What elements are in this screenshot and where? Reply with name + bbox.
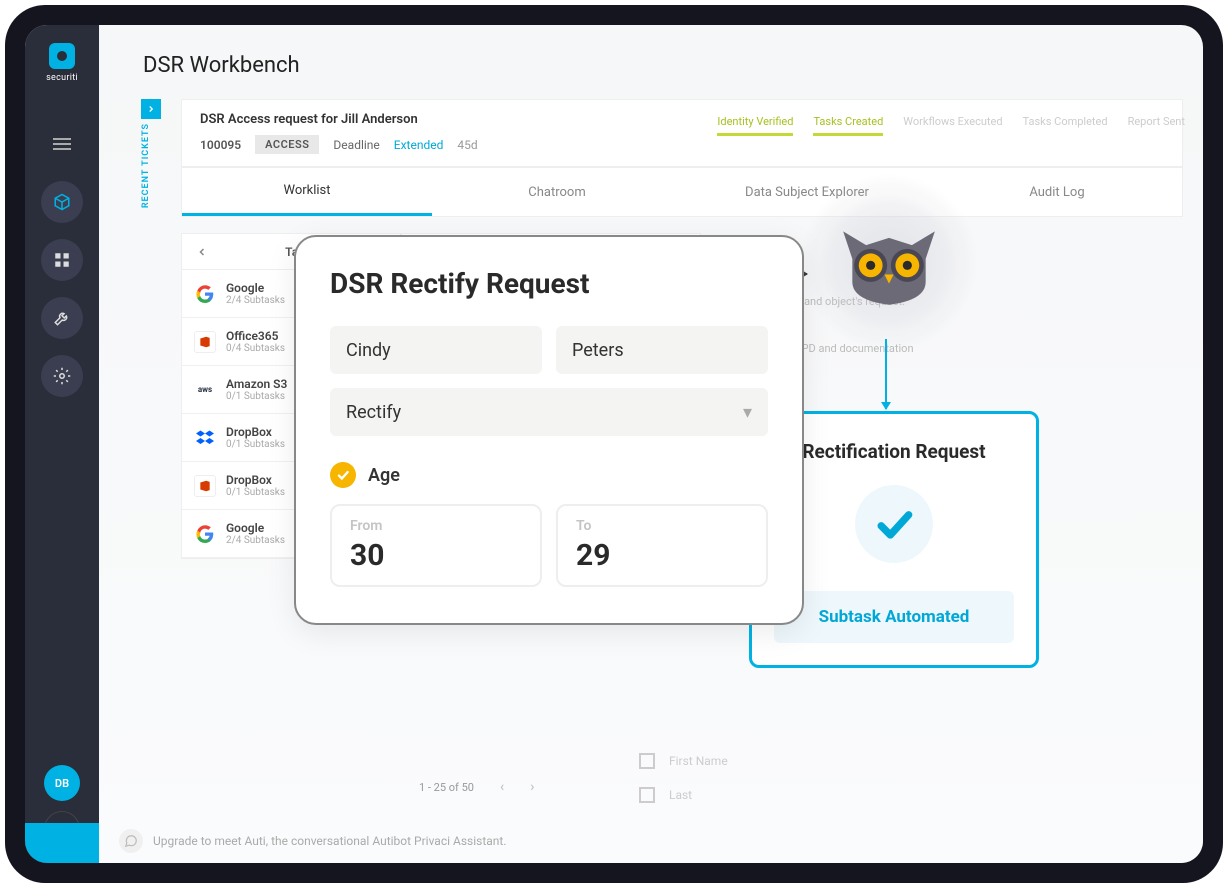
nav-settings-wrench[interactable] — [41, 297, 83, 339]
office365-icon — [194, 331, 216, 353]
main-area: DSR Workbench RECENT TICKETS DSR Access … — [99, 25, 1203, 863]
tab-bar: WorklistChatroomData Subject ExplorerAud… — [181, 167, 1183, 217]
arrow-to-result — [885, 339, 887, 409]
owl-assistant — [799, 173, 979, 353]
progress-step: Tasks Completed — [1023, 115, 1108, 136]
checkbox-label: Last — [669, 788, 692, 802]
tasks-back-button[interactable] — [192, 242, 212, 262]
pagination-range: 1 - 25 of 50 — [419, 781, 474, 794]
gear-icon — [53, 367, 71, 385]
owl-icon — [834, 216, 944, 311]
request-id: 100095 — [200, 138, 241, 152]
deadline-status[interactable]: Extended — [394, 138, 444, 152]
to-value: 29 — [576, 538, 748, 573]
task-name: DropBox — [226, 425, 285, 439]
page-title: DSR Workbench — [143, 53, 300, 78]
from-box[interactable]: From 30 — [330, 504, 542, 587]
last-name-field[interactable]: Peters — [556, 326, 768, 374]
nav-cube[interactable] — [41, 181, 83, 223]
chat-icon[interactable] — [119, 829, 143, 853]
google-icon — [194, 283, 216, 305]
task-name: Google — [226, 281, 285, 295]
aws-icon: aws — [194, 379, 216, 401]
page-prev[interactable]: ‹ — [500, 779, 504, 795]
rectify-request-modal: DSR Rectify Request Cindy Peters Rectify… — [294, 235, 804, 625]
task-name: DropBox — [226, 473, 285, 487]
subtask-automated-button[interactable]: Subtask Automated — [774, 591, 1014, 643]
task-subtitle: 2/4 Subtasks — [226, 295, 285, 306]
recent-tickets-label: RECENT TICKETS — [141, 123, 151, 208]
nav-dashboard[interactable] — [41, 239, 83, 281]
task-subtitle: 0/4 Subtasks — [226, 343, 285, 354]
tab-worklist[interactable]: Worklist — [182, 168, 432, 216]
brand-logo: securiti — [33, 33, 91, 93]
user-avatar[interactable]: DB — [44, 765, 80, 801]
expand-recent-button[interactable] — [141, 99, 161, 119]
action-select[interactable]: Rectify ▾ — [330, 388, 768, 436]
deadline-label: Deadline — [333, 138, 379, 152]
checkbox-icon[interactable] — [639, 753, 655, 769]
task-name: Amazon S3 — [226, 377, 287, 391]
task-subtitle: 0/1 Subtasks — [226, 391, 287, 402]
task-subtitle: 0/1 Subtasks — [226, 439, 285, 450]
cube-icon — [53, 193, 71, 211]
menu-toggle[interactable] — [41, 123, 83, 165]
first-name-field[interactable]: Cindy — [330, 326, 542, 374]
google-icon — [194, 523, 216, 545]
to-label: To — [576, 518, 748, 534]
accent-strip — [25, 823, 99, 863]
speech-bubble-icon — [124, 834, 138, 848]
chevron-right-icon — [146, 104, 156, 114]
attr-label: Age — [368, 465, 400, 486]
from-label: From — [350, 518, 522, 534]
to-box[interactable]: To 29 — [556, 504, 768, 587]
chevron-down-icon: ▾ — [743, 402, 752, 423]
checkbox-label: First Name — [669, 754, 728, 768]
progress-steps: Identity Verified Tasks Created Workflows … — [717, 115, 1185, 136]
task-subtitle: 2/4 Subtasks — [226, 535, 285, 546]
progress-step: Tasks Created — [813, 115, 883, 136]
progress-step: Identity Verified — [717, 115, 793, 136]
dashboard-icon — [53, 251, 71, 269]
hamburger-icon — [53, 138, 71, 150]
task-subtitle: 0/1 Subtasks — [226, 487, 285, 498]
left-sidebar: securiti DB — [25, 25, 99, 863]
from-value: 30 — [350, 538, 522, 573]
checkmark-icon — [872, 502, 916, 546]
attr-check-icon — [330, 462, 356, 488]
dropbox-icon — [194, 427, 216, 449]
chevron-left-icon — [196, 246, 208, 258]
nav-settings-gear[interactable] — [41, 355, 83, 397]
footer-bar: Upgrade to meet Auti, the conversational… — [99, 819, 1203, 863]
tab-chatroom[interactable]: Chatroom — [432, 168, 682, 216]
page-next[interactable]: › — [530, 779, 534, 795]
office365-icon — [194, 475, 216, 497]
result-title: Rectification Request — [774, 440, 1014, 463]
progress-step: Workflows Executed — [903, 115, 1002, 136]
wrench-icon — [53, 309, 71, 327]
pagination: 1 - 25 of 50 ‹ › — [419, 779, 534, 795]
field-checklist: First Name Last — [639, 753, 728, 803]
action-select-value: Rectify — [346, 402, 401, 423]
request-title: DSR Access request for Jill Anderson — [200, 112, 478, 127]
task-name: Google — [226, 521, 285, 535]
result-check-circle — [855, 485, 933, 563]
task-name: Office365 — [226, 329, 285, 343]
modal-title: DSR Rectify Request — [330, 267, 768, 300]
logo-icon — [49, 43, 75, 69]
footer-text: Upgrade to meet Auti, the conversational… — [153, 834, 507, 848]
checkbox-icon[interactable] — [639, 787, 655, 803]
field-checkbox-row[interactable]: Last — [639, 787, 728, 803]
progress-step: Report Sent — [1128, 115, 1185, 136]
deadline-days: 45d — [457, 138, 477, 152]
request-type-badge: ACCESS — [255, 135, 319, 154]
brand-name: securiti — [46, 73, 78, 83]
check-icon — [336, 468, 350, 482]
field-checkbox-row[interactable]: First Name — [639, 753, 728, 769]
